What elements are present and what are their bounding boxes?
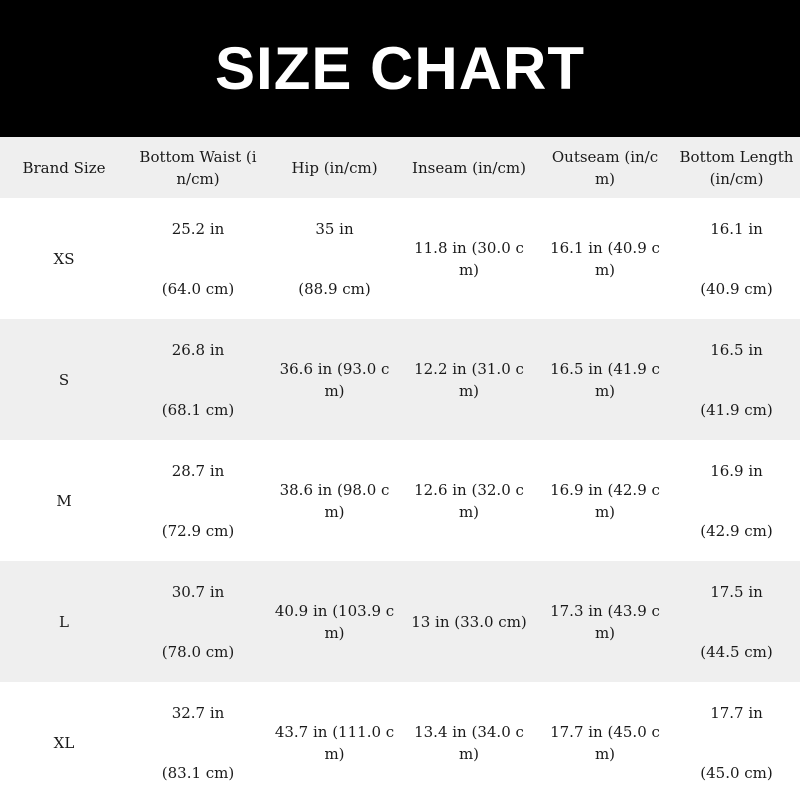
cell-outseam: 16.5 in (41.9 cm): [537, 319, 673, 440]
cell-hip: 40.9 in (103.9 cm): [268, 561, 401, 682]
cell-text: Brand Size: [22, 158, 106, 177]
cell-length-cm: (40.9 cm): [700, 279, 773, 298]
cell-length-in: 17.7 in: [710, 703, 763, 722]
cell-size: L: [59, 612, 69, 631]
cell-waist-cm: (78.0 cm): [161, 642, 235, 661]
cell-text: 11.8 in (30.0 cm): [414, 238, 524, 279]
cell-hip: 36.6 in (93.0 cm): [268, 319, 401, 440]
cell-length-cm: (45.0 cm): [700, 763, 773, 782]
table-row: M 28.7 in (72.9 cm) 38.6 in (98.0 cm) 12…: [0, 440, 800, 561]
cell-waist-in: 30.7 in: [171, 582, 225, 601]
column-header-outseam: Outseam (in/cm): [537, 137, 673, 198]
cell-length-cm: (41.9 cm): [700, 400, 773, 419]
cell-hip: 35 in (88.9 cm): [268, 198, 401, 319]
cell-waist-cm: (83.1 cm): [161, 763, 235, 782]
cell-length: 16.5 in (41.9 cm): [673, 319, 800, 440]
cell-hip-in: 35 in: [315, 219, 354, 238]
cell-inseam: 11.8 in (30.0 cm): [401, 198, 537, 319]
cell-text: 12.2 in (31.0 cm): [414, 359, 524, 400]
cell-length-cm: (42.9 cm): [700, 521, 773, 540]
column-header-inseam: Inseam (in/cm): [401, 137, 537, 198]
cell-text: 36.6 in (93.0 cm): [279, 359, 390, 400]
cell-outseam: 17.7 in (45.0 cm): [537, 682, 673, 800]
cell-waist-cm: (68.1 cm): [161, 400, 235, 419]
cell-waist-cm: (64.0 cm): [161, 279, 235, 298]
cell-text: 16.9 in (42.9 cm): [550, 480, 660, 521]
cell-text: Bottom Waist (in/cm): [139, 147, 257, 188]
cell-waist-in: 26.8 in: [171, 340, 225, 359]
page-title: SIZE CHART: [215, 35, 585, 102]
cell-text: Hip (in/cm): [291, 158, 378, 177]
cell-text: 43.7 in (111.0 cm): [274, 722, 395, 763]
cell-inseam: 13 in (33.0 cm): [401, 561, 537, 682]
cell-text: Bottom Length (in/cm): [679, 147, 794, 188]
cell-waist: 26.8 in (68.1 cm): [128, 319, 268, 440]
cell-waist: 25.2 in (64.0 cm): [128, 198, 268, 319]
cell-size: S: [58, 370, 70, 389]
cell-waist-in: 28.7 in: [171, 461, 225, 480]
cell-hip: 43.7 in (111.0 cm): [268, 682, 401, 800]
cell-inseam: 13.4 in (34.0 cm): [401, 682, 537, 800]
cell-waist-cm: (72.9 cm): [161, 521, 235, 540]
cell-text: 16.5 in (41.9 cm): [550, 359, 660, 400]
cell-waist: 28.7 in (72.9 cm): [128, 440, 268, 561]
table-row: S 26.8 in (68.1 cm) 36.6 in (93.0 cm) 12…: [0, 319, 800, 440]
cell-length-in: 16.1 in: [710, 219, 763, 238]
cell-length-in: 17.5 in: [710, 582, 763, 601]
cell-inseam: 12.6 in (32.0 cm): [401, 440, 537, 561]
table-row: XL 32.7 in (83.1 cm) 43.7 in (111.0 cm) …: [0, 682, 800, 800]
cell-waist-in: 32.7 in: [171, 703, 225, 722]
cell-outseam: 17.3 in (43.9 cm): [537, 561, 673, 682]
column-header-bottom-waist: Bottom Waist (in/cm): [128, 137, 268, 198]
cell-text: 38.6 in (98.0 cm): [279, 480, 390, 521]
cell-text: Outseam (in/cm): [551, 147, 659, 188]
cell-size: XL: [53, 733, 75, 752]
cell-inseam: 12.2 in (31.0 cm): [401, 319, 537, 440]
size-chart-page: SIZE CHART Brand Size Bottom Waist (in/c…: [0, 0, 800, 800]
cell-length: 16.1 in (40.9 cm): [673, 198, 800, 319]
cell-size: M: [56, 491, 72, 510]
table-header-row: Brand Size Bottom Waist (in/cm) Hip (in/…: [0, 137, 800, 198]
cell-text: 12.6 in (32.0 cm): [414, 480, 524, 521]
cell-length: 17.5 in (44.5 cm): [673, 561, 800, 682]
cell-outseam: 16.9 in (42.9 cm): [537, 440, 673, 561]
cell-length-cm: (44.5 cm): [700, 642, 773, 661]
cell-text: 17.7 in (45.0 cm): [550, 722, 660, 763]
cell-text: 17.3 in (43.9 cm): [550, 601, 660, 642]
cell-length-in: 16.5 in: [710, 340, 763, 359]
cell-outseam: 16.1 in (40.9 cm): [537, 198, 673, 319]
column-header-hip: Hip (in/cm): [268, 137, 401, 198]
cell-hip: 38.6 in (98.0 cm): [268, 440, 401, 561]
cell-text: 40.9 in (103.9 cm): [274, 601, 395, 642]
cell-text: Inseam (in/cm): [412, 158, 526, 177]
cell-size: XS: [53, 249, 75, 268]
cell-length: 16.9 in (42.9 cm): [673, 440, 800, 561]
cell-waist: 30.7 in (78.0 cm): [128, 561, 268, 682]
column-header-bottom-length: Bottom Length (in/cm): [673, 137, 800, 198]
cell-text: 13.4 in (34.0 cm): [414, 722, 524, 763]
size-table: Brand Size Bottom Waist (in/cm) Hip (in/…: [0, 137, 800, 800]
cell-waist: 32.7 in (83.1 cm): [128, 682, 268, 800]
cell-waist-in: 25.2 in: [171, 219, 225, 238]
column-header-brand-size: Brand Size: [0, 137, 128, 198]
title-banner: SIZE CHART: [0, 0, 800, 137]
table-row: XS 25.2 in (64.0 cm) 35 in (88.9 cm) 11.…: [0, 198, 800, 319]
cell-text: 13 in (33.0 cm): [411, 612, 527, 631]
cell-length: 17.7 in (45.0 cm): [673, 682, 800, 800]
cell-length-in: 16.9 in: [710, 461, 763, 480]
cell-hip-cm: (88.9 cm): [298, 279, 371, 298]
cell-text: 16.1 in (40.9 cm): [550, 238, 660, 279]
table-row: L 30.7 in (78.0 cm) 40.9 in (103.9 cm) 1…: [0, 561, 800, 682]
